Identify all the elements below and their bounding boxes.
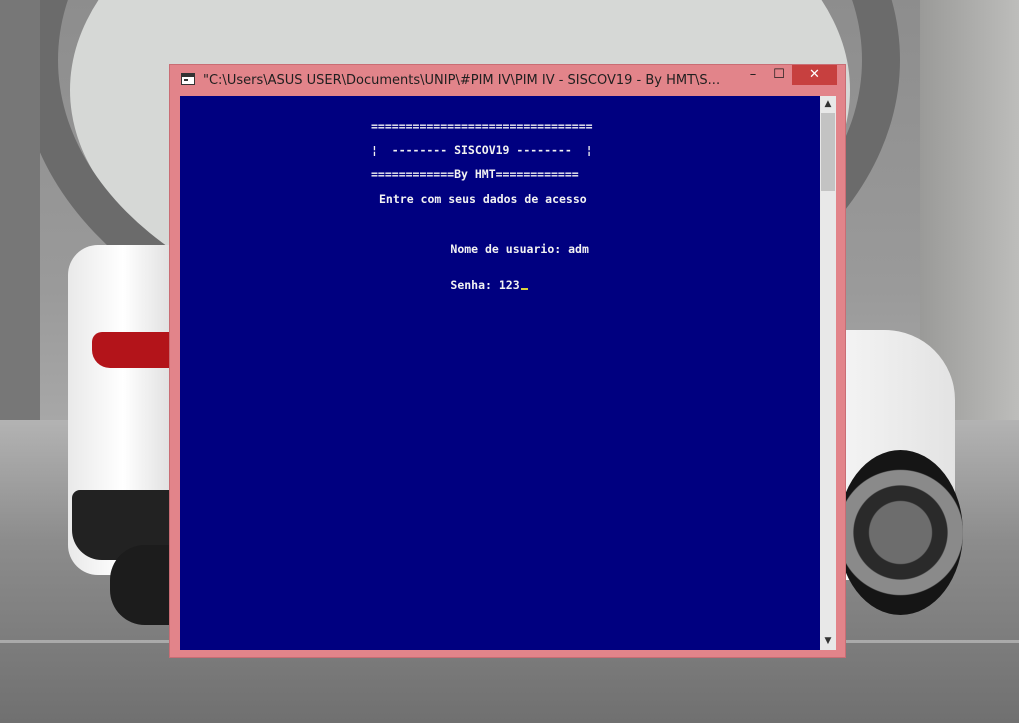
text-cursor (520, 288, 528, 290)
window-titlebar[interactable]: "C:\Users\ASUS USER\Documents\UNIP\#PIM … (170, 65, 845, 95)
bridge-pillar-left (0, 0, 40, 420)
console-window[interactable]: "C:\Users\ASUS USER\Documents\UNIP\#PIM … (169, 64, 846, 658)
scroll-up-arrow-icon[interactable]: ▲ (820, 96, 836, 113)
banner-bottom: ============By HMT============ (371, 167, 579, 181)
minimize-button[interactable]: – (740, 65, 766, 85)
console-client-area[interactable]: ================================ ¦ -----… (180, 96, 836, 650)
scrollbar-thumb[interactable] (821, 113, 835, 191)
password-line[interactable]: Senha: 123 (395, 264, 528, 292)
login-heading: Entre com seus dados de acesso (379, 192, 587, 206)
console-output[interactable]: ================================ ¦ -----… (180, 96, 820, 650)
scroll-down-arrow-icon[interactable]: ▼ (820, 633, 836, 650)
username-value: adm (568, 242, 589, 256)
password-value[interactable]: 123 (499, 278, 520, 292)
username-line: Nome de usuario: adm (395, 228, 588, 256)
car-front-wheel (838, 450, 963, 615)
car-tail-light (92, 332, 177, 368)
banner-title: ¦ -------- SISCOV19 -------- ¦ (371, 143, 593, 157)
window-title: "C:\Users\ASUS USER\Documents\UNIP\#PIM … (203, 73, 721, 88)
maximize-button[interactable]: ☐ (766, 65, 792, 85)
password-label: Senha: (450, 278, 499, 292)
console-app-icon[interactable] (181, 73, 195, 85)
close-button[interactable]: ✕ (792, 65, 837, 85)
banner-top: ================================ (371, 119, 593, 133)
username-label: Nome de usuario: (450, 242, 569, 256)
vertical-scrollbar[interactable]: ▲ ▼ (820, 96, 836, 650)
